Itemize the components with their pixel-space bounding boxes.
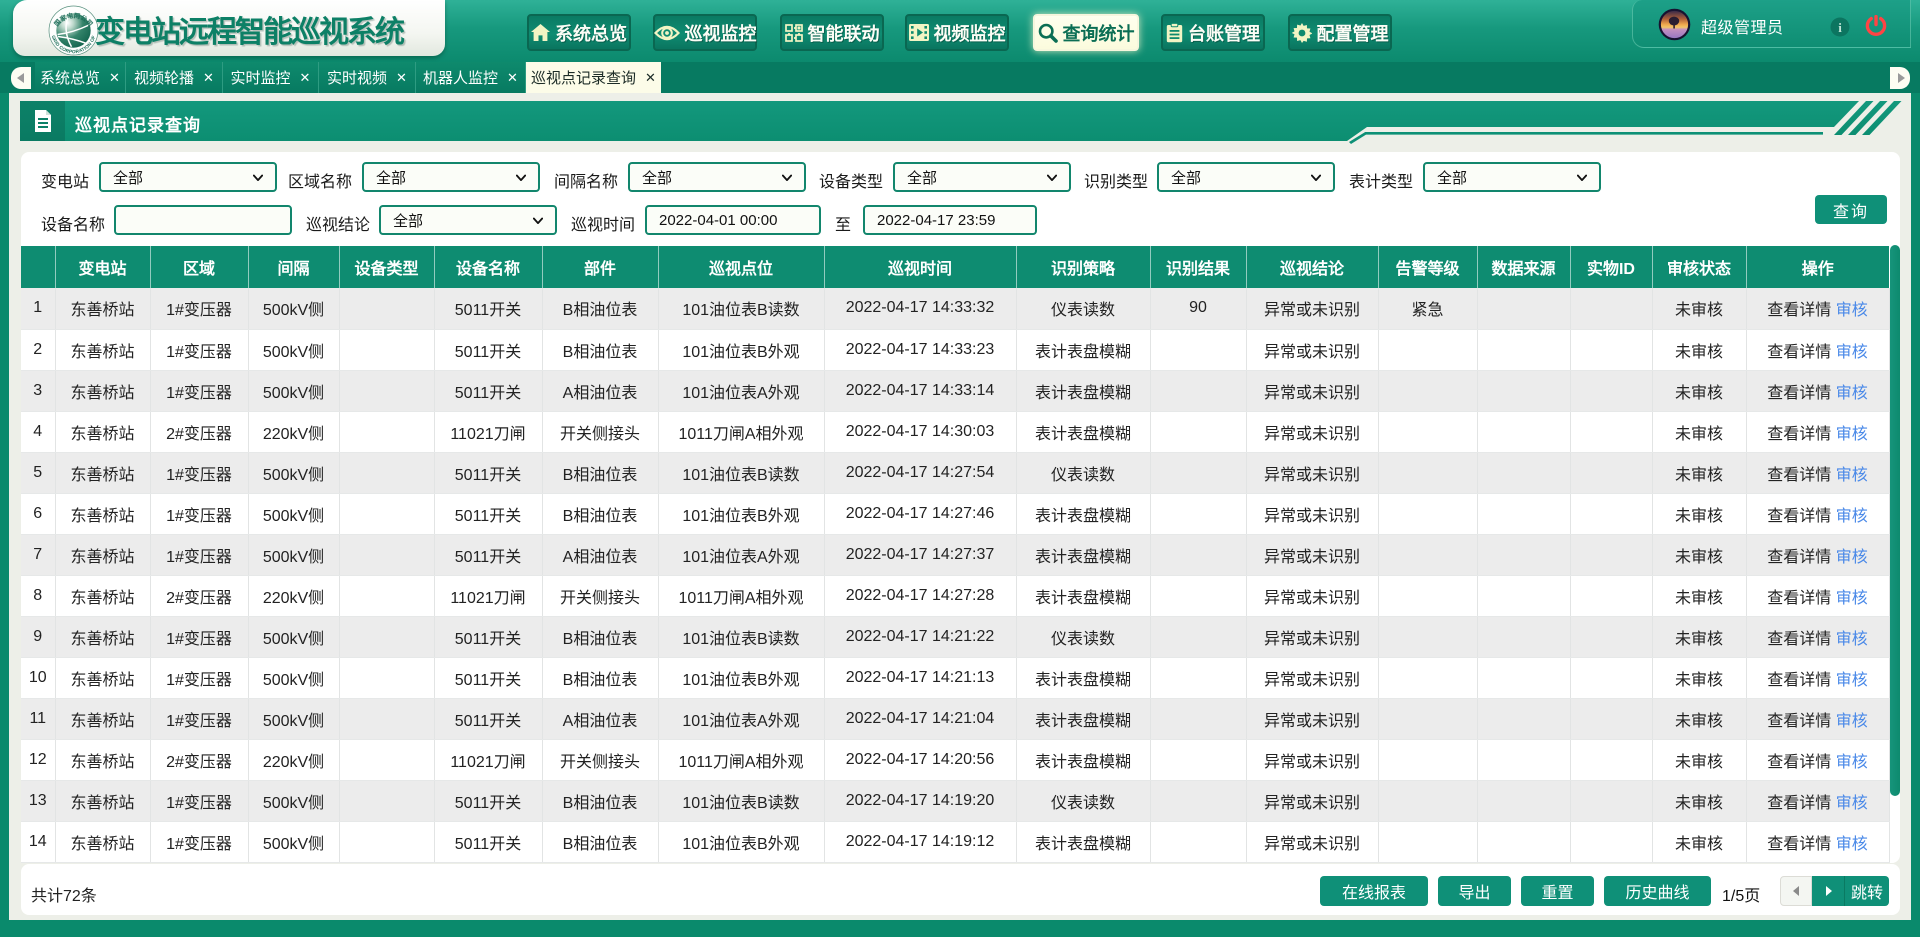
svg-text:i: i [1838,20,1842,35]
